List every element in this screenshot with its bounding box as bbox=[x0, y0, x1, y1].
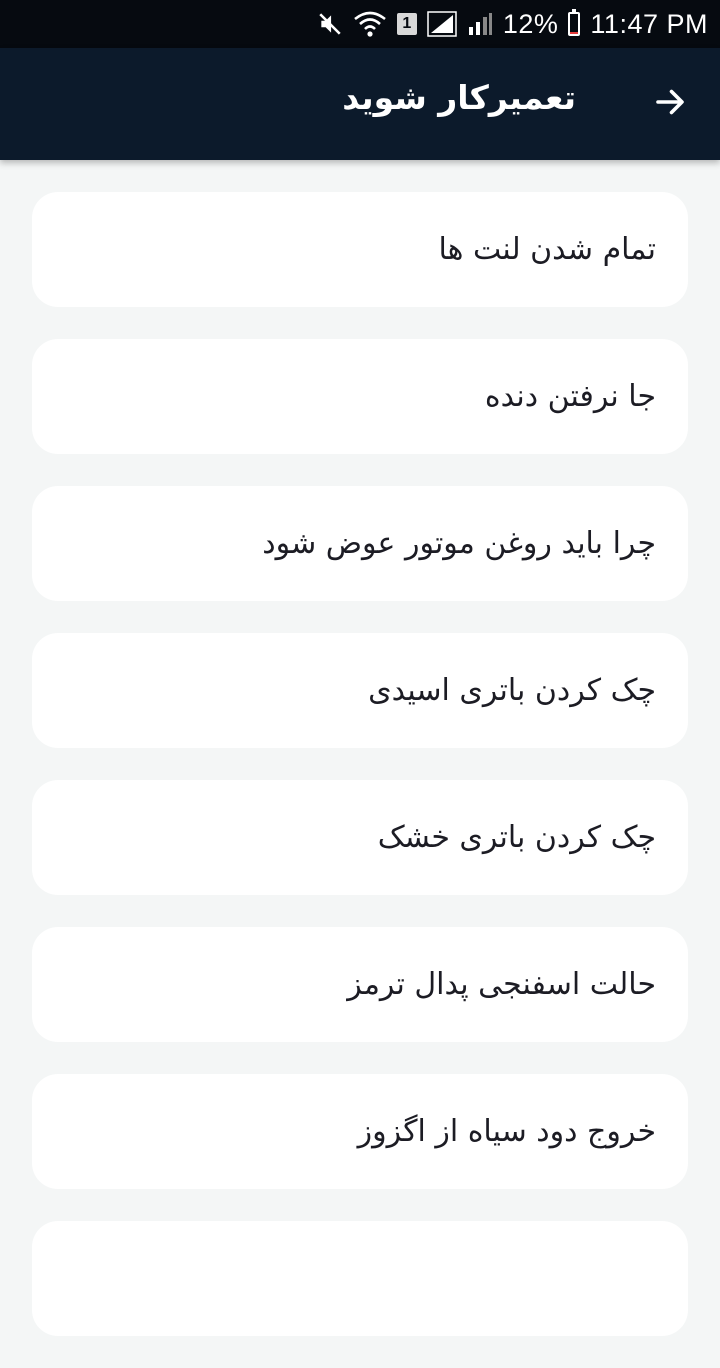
list-item[interactable]: حالت اسفنجی پدال ترمز bbox=[32, 927, 688, 1042]
signal-icon bbox=[427, 11, 457, 37]
arrow-right-icon bbox=[652, 84, 688, 124]
list-item[interactable]: چرا باید روغن موتور عوض شود bbox=[32, 486, 688, 601]
list-item-label: جا نرفتن دنده bbox=[484, 379, 656, 414]
list-item[interactable]: چک کردن باتری خشک bbox=[32, 780, 688, 895]
back-button[interactable] bbox=[648, 82, 692, 126]
list-item-label: حالت اسفنجی پدال ترمز bbox=[347, 967, 656, 1002]
mute-icon bbox=[317, 11, 343, 37]
list-item[interactable]: تمام شدن لنت ها bbox=[32, 192, 688, 307]
app-bar: تعمیرکار شوید bbox=[0, 48, 720, 160]
list-item-label: چرا باید روغن موتور عوض شود bbox=[262, 526, 656, 561]
clock: 11:47 PM bbox=[590, 8, 708, 39]
list-item-partial[interactable] bbox=[32, 1221, 688, 1336]
list-item[interactable]: چک کردن باتری اسیدی bbox=[32, 633, 688, 748]
list-item[interactable]: جا نرفتن دنده bbox=[32, 339, 688, 454]
topic-list: تمام شدن لنت ها جا نرفتن دنده چرا باید ر… bbox=[32, 192, 688, 1368]
list-item[interactable]: خروج دود سیاه از اگزوز bbox=[32, 1074, 688, 1189]
list-item-label: خروج دود سیاه از اگزوز bbox=[357, 1114, 656, 1149]
signal-icon-2 bbox=[467, 11, 493, 37]
battery-icon bbox=[568, 9, 581, 36]
sim-badge: 1 bbox=[396, 13, 417, 35]
page-title: تعمیرکار شوید bbox=[342, 78, 576, 117]
status-bar: 1 12% 11:47 PM bbox=[0, 0, 720, 48]
list-item-label: تمام شدن لنت ها bbox=[438, 232, 656, 267]
list-item-label: چک کردن باتری خشک bbox=[377, 820, 656, 855]
list-item-label: چک کردن باتری اسیدی bbox=[368, 673, 656, 708]
wifi-icon bbox=[353, 10, 387, 38]
battery-percent: 12% bbox=[502, 8, 559, 39]
